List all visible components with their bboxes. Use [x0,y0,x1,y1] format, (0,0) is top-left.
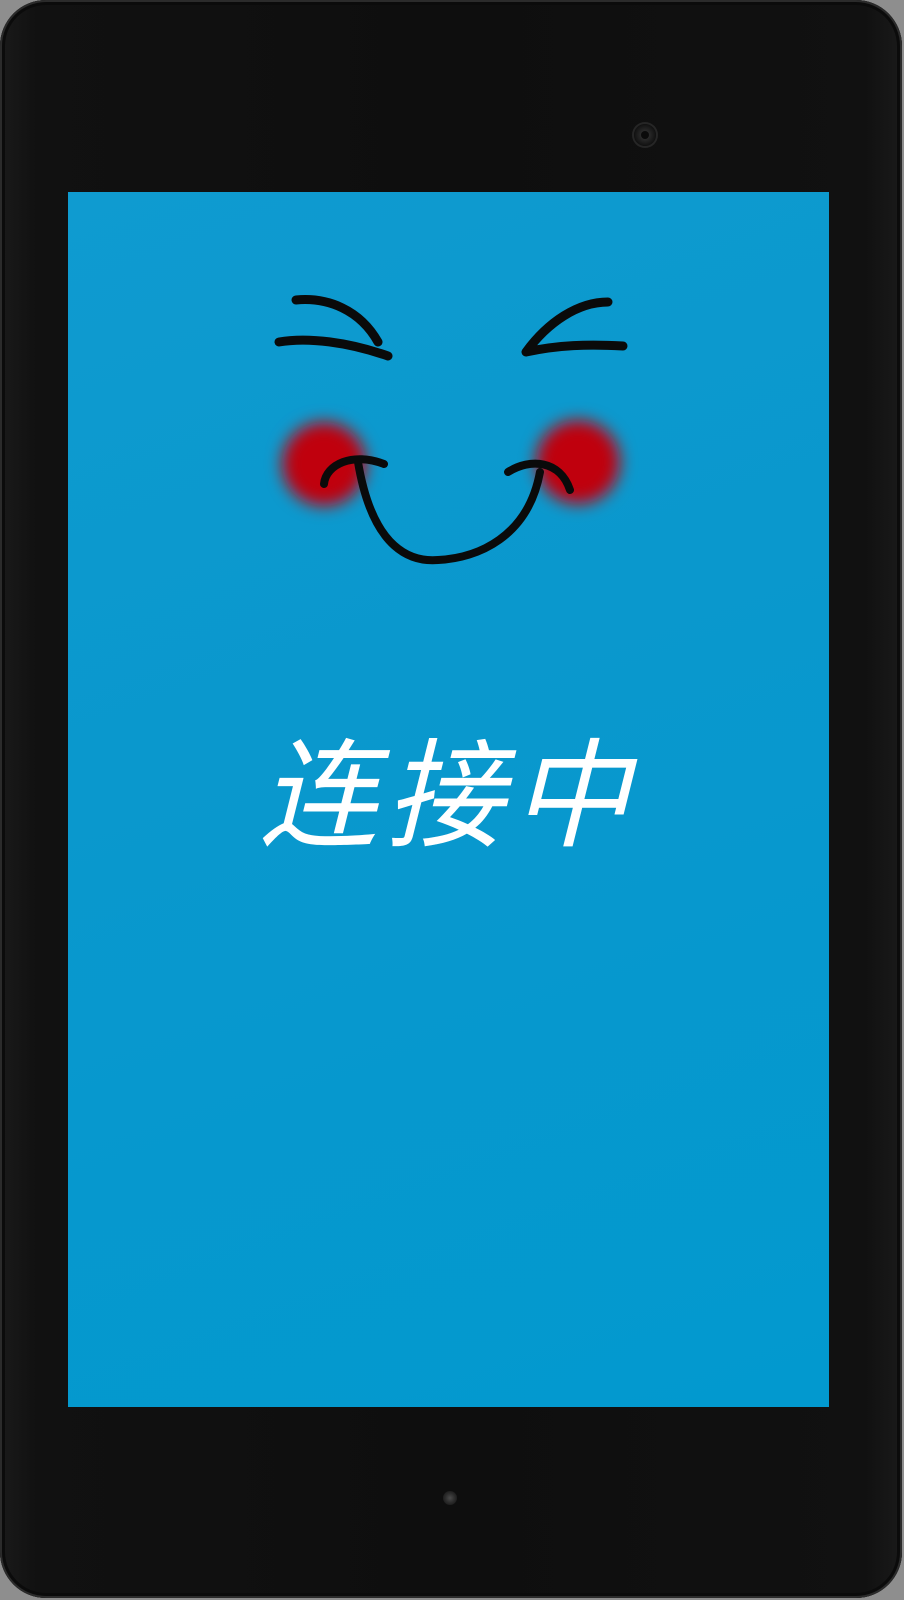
home-indicator[interactable] [443,1491,457,1505]
right-eye [521,297,628,357]
laughing-face-icon [274,295,628,565]
left-eye [274,295,393,361]
tablet-frame: 连接中 [0,0,902,1598]
app-screen: 连接中 [68,192,829,1407]
front-camera [634,124,656,146]
left-cheek [282,422,366,506]
connecting-status-text: 连接中 [259,727,638,865]
mouth [354,458,544,565]
